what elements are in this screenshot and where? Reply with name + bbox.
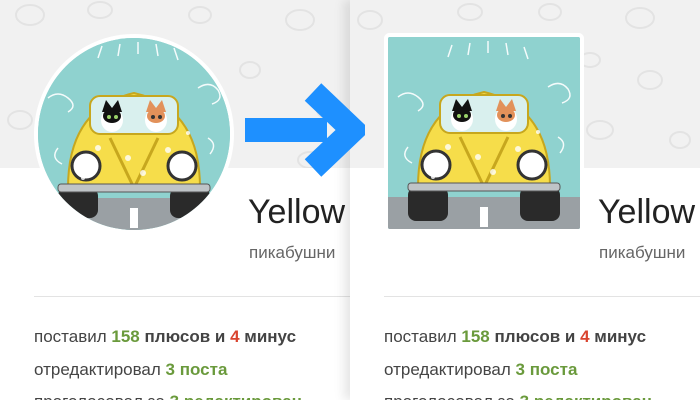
- user-rank: пикабушни: [599, 243, 686, 262]
- stat-edits-count: 3: [515, 360, 526, 379]
- stat-votes: поставил 158 плюсов и 4 минус: [384, 327, 646, 347]
- stat-conj: и: [210, 327, 231, 346]
- stat-plus-word: плюсов: [494, 327, 561, 346]
- stat-plus-word: плюсов: [144, 327, 211, 346]
- stat-voted-word: редактирован: [534, 392, 652, 400]
- stat-votes-prefix: поставил: [34, 327, 112, 346]
- stat-conj: и: [560, 327, 581, 346]
- avatar-round[interactable]: [38, 38, 230, 230]
- stat-edits-prefix: отредактировал: [384, 360, 516, 379]
- divider: [384, 296, 700, 297]
- avatar-square[interactable]: [388, 37, 580, 229]
- stat-voted-edits: проголосовал за 3 редактирован: [384, 392, 652, 400]
- stat-votes-prefix: поставил: [384, 327, 462, 346]
- stat-edits-word: поста: [179, 360, 228, 379]
- avatar-image: [388, 37, 580, 229]
- stat-voted-prefix: проголосовал за: [34, 392, 170, 400]
- stat-edits-count: 3: [165, 360, 176, 379]
- stat-voted-count: 3: [170, 392, 179, 400]
- avatar-image: [38, 38, 230, 230]
- stat-plus-count: 158: [111, 327, 140, 346]
- stat-plus-count: 158: [461, 327, 490, 346]
- stat-edits: отредактировал 3 поста: [384, 360, 577, 380]
- stat-edits: отредактировал 3 поста: [34, 360, 227, 380]
- stat-voted-edits: проголосовал за 3 редактирован: [34, 392, 302, 400]
- stat-edits-word: поста: [529, 360, 578, 379]
- stat-voted-word: редактирован: [184, 392, 302, 400]
- profile-panel-before: Yellow пикабушни поставил 158 плюсов и 4…: [0, 0, 350, 400]
- arrow-right-icon: [245, 83, 365, 177]
- username[interactable]: Yellow: [598, 193, 695, 232]
- stat-voted-prefix: проголосовал за: [384, 392, 520, 400]
- divider: [34, 296, 350, 297]
- stat-minus-count: 4: [580, 327, 590, 346]
- username[interactable]: Yellow: [248, 193, 345, 232]
- stat-edits-prefix: отредактировал: [34, 360, 166, 379]
- user-rank: пикабушни: [249, 243, 336, 262]
- stat-minus-word: минус: [594, 327, 647, 346]
- stat-votes: поставил 158 плюсов и 4 минус: [34, 327, 296, 347]
- stat-voted-count: 3: [520, 392, 529, 400]
- profile-panel-after: Yellow пикабушни поставил 158 плюсов и 4…: [350, 0, 700, 400]
- stat-minus-word: минус: [244, 327, 297, 346]
- stat-minus-count: 4: [230, 327, 240, 346]
